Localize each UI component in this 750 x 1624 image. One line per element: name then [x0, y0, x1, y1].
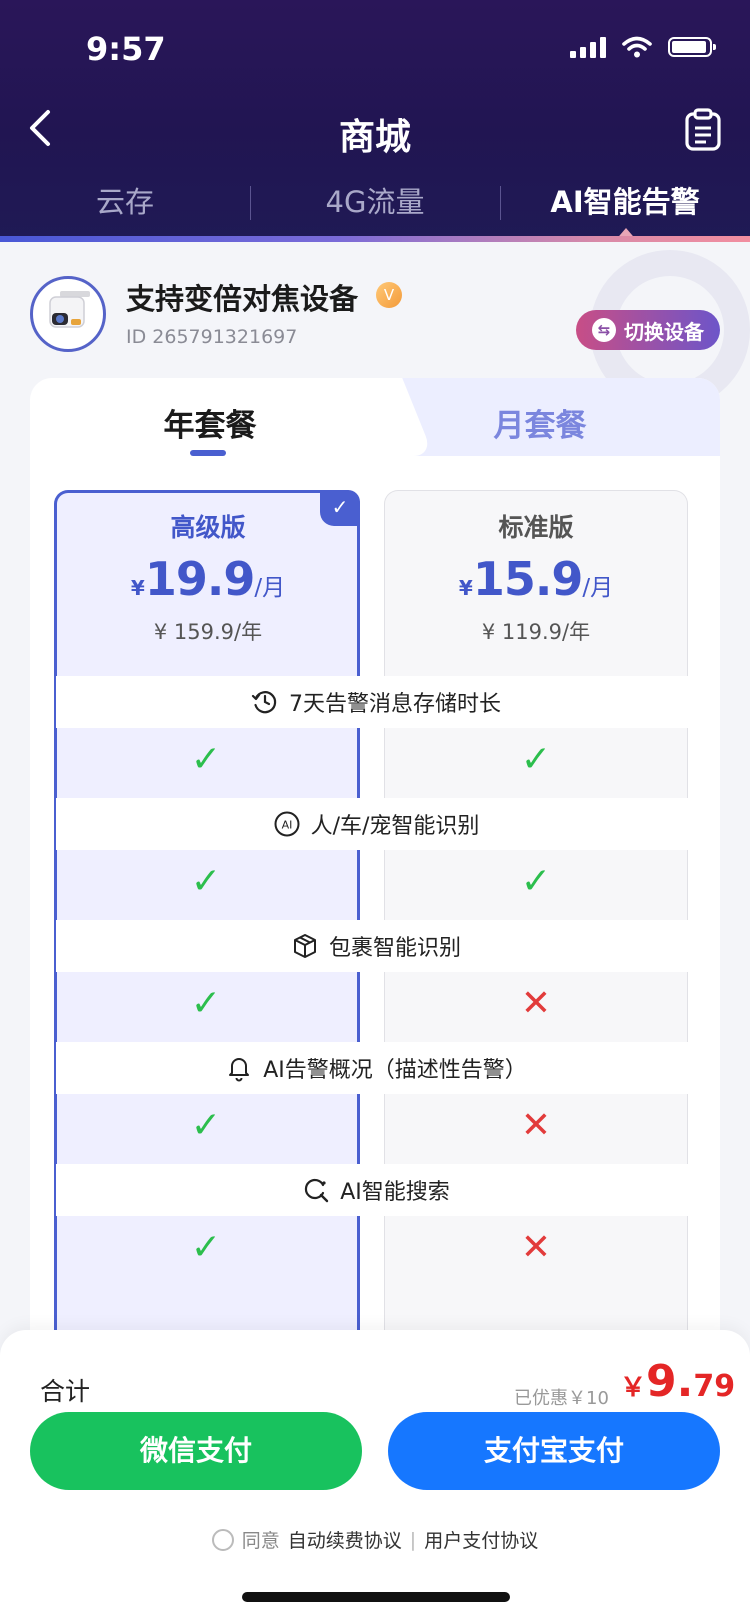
header-stripe — [0, 236, 750, 242]
page-title: 商城 — [338, 117, 411, 158]
wechat-pay-button[interactable]: 微信支付 — [30, 1412, 362, 1490]
feature-label: 7天告警消息存储时长 — [289, 692, 501, 717]
wifi-icon — [622, 36, 652, 58]
device-id: ID 265791321697 — [126, 326, 298, 348]
agreement-row: 同意 自动续费协议 | 用户支付协议 — [0, 1526, 750, 1553]
switch-device-label: 切换设备 — [624, 319, 704, 344]
tab-annual-plan[interactable]: 年套餐 — [130, 400, 290, 445]
feature-row: AI智能搜索 — [56, 1164, 696, 1216]
discount-text: 已优惠￥10 — [514, 1388, 609, 1409]
package-box-icon — [293, 934, 316, 958]
check-icon: ✓ — [190, 1227, 222, 1268]
total-integer: 9. — [646, 1356, 694, 1407]
ai-circle-icon: AI — [274, 811, 300, 837]
plan-yearly-standard: ¥ 119.9/年 — [481, 620, 591, 644]
ai-search-icon — [305, 1178, 329, 1203]
status-bar-icons — [570, 36, 716, 58]
feature-label: 人/车/宠智能识别 — [310, 814, 480, 839]
total-price: ￥9.79 — [620, 1356, 735, 1407]
tab-divider — [250, 186, 251, 220]
total-decimal: 79 — [693, 1369, 736, 1404]
status-time: 9:57 — [86, 30, 166, 68]
plan-price-premium: ¥19.9/月 — [58, 552, 358, 606]
plan-name-premium: 高级版 — [170, 513, 246, 542]
check-icon: ✓ — [520, 861, 552, 902]
plan-yearly-premium: ¥ 159.9/年 — [153, 620, 263, 644]
verified-badge-icon: V — [376, 282, 402, 308]
cross-icon: ✕ — [520, 983, 552, 1024]
history-clock-icon — [251, 691, 277, 714]
camera-device-icon — [49, 291, 90, 328]
svg-text:AI: AI — [281, 819, 292, 832]
price-value: 19.9 — [144, 552, 255, 606]
agreement-separator: | — [409, 1528, 417, 1551]
tab-cloud-storage[interactable]: 云存 — [0, 174, 250, 232]
price-unit: /月 — [582, 575, 614, 601]
payment-agreement-link[interactable]: 用户支付协议 — [424, 1526, 538, 1553]
price-unit: /月 — [254, 575, 286, 601]
currency-symbol: ¥ — [458, 576, 473, 600]
feature-row: AI告警概况（描述性告警） — [56, 1042, 696, 1094]
check-icon: ✓ — [190, 861, 222, 902]
category-tabs: 云存 4G流量 AI智能告警 — [0, 174, 750, 232]
switch-device-button[interactable]: ⇆ 切换设备 — [576, 310, 720, 350]
check-icon: ✓ — [190, 983, 222, 1024]
check-icon: ✓ — [190, 739, 222, 780]
check-icon: ✓ — [520, 739, 552, 780]
header: 9:57 商城 云存 4G流量 AI智能告警 — [0, 0, 750, 242]
plan-price-standard: ¥15.9/月 — [386, 552, 686, 606]
agree-radio[interactable] — [211, 1528, 234, 1551]
device-name: 支持变倍对焦设备 — [126, 282, 359, 316]
active-period-underline — [190, 450, 226, 456]
plan-name-standard: 标准版 — [498, 513, 574, 542]
agree-label: 同意 — [241, 1530, 280, 1552]
plan-panel: 年套餐 月套餐 ✓ 高级版 ¥19.9/月 ¥ 159.9/年 标准版 ¥15.… — [30, 378, 720, 1418]
device-avatar — [30, 276, 106, 352]
feature-label: AI智能搜索 — [340, 1180, 450, 1205]
tab-4g-data[interactable]: 4G流量 — [250, 174, 500, 232]
feature-row: 7天告警消息存储时长 — [56, 676, 696, 728]
switch-arrows-icon: ⇆ — [592, 318, 616, 342]
alipay-button[interactable]: 支付宝支付 — [388, 1412, 720, 1490]
tab-monthly-plan[interactable]: 月套餐 — [440, 400, 640, 445]
total-label: 合计 — [40, 1377, 91, 1406]
feature-label: AI告警概况（描述性告警） — [263, 1058, 527, 1083]
clipboard-icon[interactable] — [682, 108, 724, 152]
currency-symbol: ￥ — [620, 1373, 647, 1403]
auto-renew-agreement-link[interactable]: 自动续费协议 — [288, 1526, 402, 1553]
bell-icon — [229, 1058, 250, 1082]
tab-ai-alert[interactable]: AI智能告警 — [500, 174, 750, 232]
feature-label: 包裹智能识别 — [328, 936, 461, 961]
cellular-signal-icon — [570, 36, 606, 58]
check-icon: ✓ — [190, 1105, 222, 1146]
feature-row: AI 人/车/宠智能识别 — [56, 798, 696, 850]
cross-icon: ✕ — [520, 1105, 552, 1146]
feature-row: 包裹智能识别 — [56, 920, 696, 972]
tab-divider — [500, 186, 501, 220]
currency-symbol: ¥ — [130, 576, 145, 600]
price-value: 15.9 — [472, 552, 583, 606]
checkout-sheet: 合计 已优惠￥10 ￥9.79 微信支付 支付宝支付 同意 自动续费协议 | 用… — [0, 1330, 750, 1624]
battery-icon — [668, 37, 716, 57]
cross-icon: ✕ — [520, 1227, 552, 1268]
home-indicator — [242, 1592, 510, 1602]
